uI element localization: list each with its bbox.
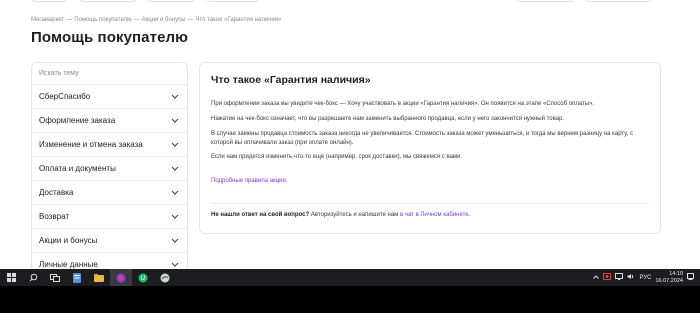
chevron-down-icon — [170, 260, 180, 270]
sidebar-item-promotions[interactable]: Акции и бонусы — [32, 229, 187, 253]
file-explorer-icon[interactable] — [88, 269, 110, 286]
notifications-icon[interactable] — [687, 273, 694, 282]
sidebar-item-label: СберСпасибо — [39, 92, 91, 101]
breadcrumb-item[interactable]: Мегамаркет — [31, 17, 64, 23]
chevron-down-icon — [170, 92, 180, 102]
article-title: Что такое «Гарантия наличия» — [211, 74, 371, 86]
sidebar-item-order[interactable]: Оформление заказа — [32, 109, 187, 133]
article-paragraph: При оформлении заказа вы увидите чек-бок… — [211, 101, 595, 107]
record-icon[interactable] — [603, 273, 612, 282]
top-button[interactable] — [146, 0, 196, 2]
article-paragraph: Нажатие на чек-бокс означает, что вы раз… — [211, 116, 565, 122]
chevron-up-icon[interactable] — [593, 274, 600, 281]
sidebar-item-label: Личные данные — [39, 260, 98, 269]
chevron-down-icon — [170, 164, 180, 174]
breadcrumb-current: Что такое «Гарантия наличия» — [195, 17, 282, 23]
volume-icon[interactable] — [627, 273, 635, 282]
search-box — [32, 63, 187, 85]
help-text: Авторизуйтесь и напишите нам — [309, 212, 400, 218]
language-indicator[interactable]: РУС — [639, 275, 651, 281]
top-button[interactable] — [30, 0, 68, 2]
sidebar-item-label: Акции и бонусы — [39, 236, 98, 245]
chevron-down-icon — [170, 116, 180, 126]
sidebar-item-label: Оплата и документы — [39, 164, 116, 173]
chevron-down-icon — [170, 140, 180, 150]
clock[interactable]: 14:10 16.07.2024 — [655, 271, 683, 285]
breadcrumb: Мегамаркет — Помощь покупателю — Акции и бон… — [31, 17, 282, 23]
game-app-icon[interactable] — [154, 269, 176, 286]
top-button[interactable] — [78, 0, 138, 2]
chevron-down-icon — [170, 212, 180, 222]
sidebar-item-change-cancel[interactable]: Изменение и отмена заказа — [32, 133, 187, 157]
top-button[interactable] — [583, 0, 653, 2]
breadcrumb-item[interactable]: Помощь покупателю — [74, 17, 131, 23]
sidebar-item-label: Изменение и отмена заказа — [39, 140, 143, 149]
chat-link[interactable]: в чат в Личном кабинете — [400, 212, 469, 218]
system-tray: РУС 14:10 16.07.2024 — [593, 269, 694, 286]
sidebar-item-payment[interactable]: Оплата и документы — [32, 157, 187, 181]
sidebar: СберСпасибо Оформление заказа Изменение … — [31, 62, 188, 272]
sidebar-item-label: Доставка — [39, 188, 74, 197]
sidebar-item-label: Оформление заказа — [39, 116, 116, 125]
article-paragraph: Если нам придется изменить что-то еще (н… — [211, 154, 463, 160]
chevron-down-icon — [170, 188, 180, 198]
article-card: Что такое «Гарантия наличия» При оформле… — [199, 62, 661, 234]
chevron-down-icon — [170, 236, 180, 246]
document-app-icon[interactable] — [66, 269, 88, 286]
phone-app-icon[interactable]: U — [132, 269, 154, 286]
article-paragraph: В случае замены продавца стоимость заказ… — [211, 131, 633, 146]
breadcrumb-item[interactable]: Акции и бонусы — [142, 17, 186, 23]
page-title: Помощь покупателю — [31, 29, 189, 46]
search-icon[interactable] — [22, 269, 44, 286]
sidebar-item-return[interactable]: Возврат — [32, 205, 187, 229]
network-icon[interactable] — [615, 273, 624, 282]
divider — [211, 203, 649, 204]
rules-link[interactable]: Подробные правила акции. — [211, 178, 288, 184]
windows-icon[interactable] — [0, 269, 22, 286]
top-button[interactable] — [515, 0, 575, 2]
clock-time: 14:10 — [669, 270, 683, 277]
help-end: . — [468, 212, 471, 218]
clock-date: 16.07.2024 — [655, 277, 683, 284]
browser-icon[interactable] — [110, 269, 132, 286]
top-button[interactable] — [205, 0, 260, 2]
sidebar-item-label: Возврат — [39, 212, 69, 221]
screen-bottom-area — [0, 286, 700, 313]
sidebar-item-sberspasibo[interactable]: СберСпасибо — [32, 85, 187, 109]
help-footer: Не нашли ответ на свой вопрос? Авторизуй… — [211, 212, 470, 218]
help-question: Не нашли ответ на свой вопрос? — [211, 212, 310, 218]
svg-text:U: U — [141, 275, 145, 282]
sidebar-item-delivery[interactable]: Доставка — [32, 181, 187, 205]
search-input[interactable] — [39, 70, 180, 77]
taskbar: U РУС 14:10 16.07.2024 — [0, 269, 700, 286]
task-view-icon[interactable] — [44, 269, 66, 286]
